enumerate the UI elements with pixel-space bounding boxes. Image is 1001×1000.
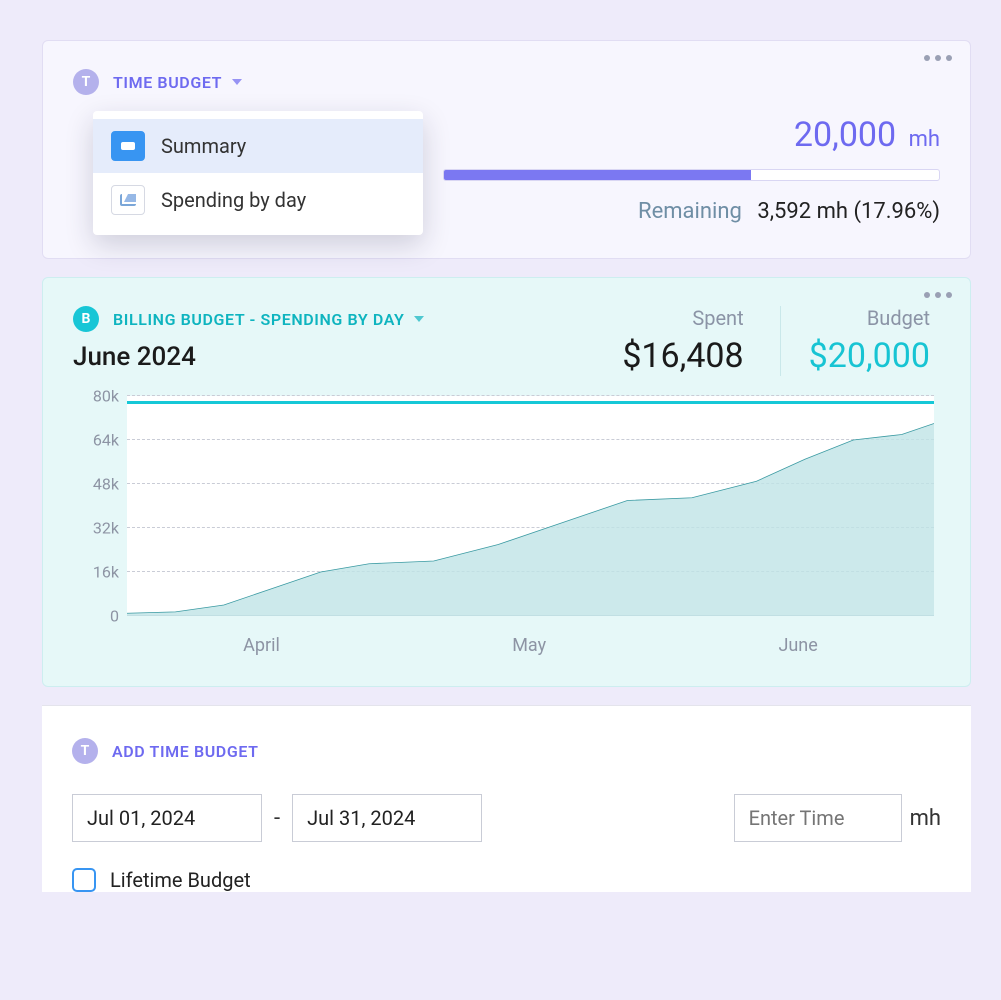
spent-figure: Spent $16,408 bbox=[612, 306, 753, 376]
budget-label: Budget bbox=[809, 306, 930, 330]
x-tick-label: April bbox=[243, 635, 280, 656]
dropdown-item-label: Spending by day bbox=[161, 188, 306, 212]
lifetime-budget-checkbox[interactable] bbox=[72, 868, 96, 892]
add-time-budget-section: T ADD TIME BUDGET - mh Lifetime Budget bbox=[42, 705, 971, 892]
x-tick-label: June bbox=[778, 635, 817, 656]
summary-icon bbox=[111, 131, 145, 161]
dropdown-item-summary[interactable]: Summary bbox=[93, 119, 423, 173]
billing-budget-card: B BILLING BUDGET - SPENDING BY DAY June … bbox=[42, 277, 971, 687]
add-time-title: ADD TIME BUDGET bbox=[112, 742, 259, 761]
kebab-icon[interactable] bbox=[924, 55, 952, 61]
time-badge-icon: T bbox=[73, 69, 99, 95]
chevron-down-icon bbox=[232, 79, 242, 85]
billing-title-dropdown[interactable]: BILLING BUDGET - SPENDING BY DAY bbox=[113, 310, 424, 329]
time-input[interactable] bbox=[734, 794, 902, 842]
y-tick-label: 48k bbox=[73, 475, 119, 494]
billing-badge-icon: B bbox=[73, 306, 99, 332]
time-budget-card: T TIME BUDGET 20,000 mh Remaining 3,592 … bbox=[42, 40, 971, 259]
budget-value: $20,000 bbox=[809, 336, 930, 376]
remaining-value: 3,592 mh (17.96%) bbox=[757, 199, 940, 224]
progress-fill bbox=[444, 170, 751, 180]
y-tick-label: 16k bbox=[73, 563, 119, 582]
kebab-icon[interactable] bbox=[924, 292, 952, 298]
y-tick-label: 80k bbox=[73, 387, 119, 406]
time-budget-title: TIME BUDGET bbox=[113, 73, 222, 92]
time-unit: mh bbox=[910, 806, 941, 831]
chart-svg bbox=[127, 396, 934, 616]
time-budget-total-unit: mh bbox=[909, 127, 940, 152]
dropdown-item-spending[interactable]: Spending by day bbox=[93, 173, 423, 227]
y-tick-label: 32k bbox=[73, 519, 119, 538]
date-to-input[interactable] bbox=[292, 794, 482, 842]
time-badge-icon: T bbox=[72, 738, 98, 764]
spent-label: Spent bbox=[622, 306, 743, 330]
lifetime-budget-label: Lifetime Budget bbox=[110, 868, 251, 892]
budget-figure: Budget $20,000 bbox=[780, 306, 940, 376]
chevron-down-icon bbox=[414, 316, 424, 322]
spending-chart: 016k32k48k64k80k AprilMayJune bbox=[73, 396, 940, 656]
time-budget-progress bbox=[443, 169, 940, 181]
y-tick-label: 64k bbox=[73, 431, 119, 450]
billing-month: June 2024 bbox=[73, 342, 612, 372]
x-tick-label: May bbox=[512, 635, 546, 656]
time-budget-title-dropdown[interactable]: TIME BUDGET bbox=[113, 73, 242, 92]
view-dropdown: Summary Spending by day bbox=[93, 111, 423, 235]
spent-value: $16,408 bbox=[622, 336, 743, 376]
billing-title: BILLING BUDGET - SPENDING BY DAY bbox=[113, 310, 404, 329]
time-budget-total-value: 20,000 bbox=[794, 115, 896, 155]
dropdown-item-label: Summary bbox=[161, 134, 246, 158]
date-from-input[interactable] bbox=[72, 794, 262, 842]
y-tick-label: 0 bbox=[73, 607, 119, 626]
remaining-label: Remaining bbox=[638, 199, 742, 224]
chart-icon bbox=[111, 185, 145, 215]
date-range-dash: - bbox=[274, 806, 280, 831]
